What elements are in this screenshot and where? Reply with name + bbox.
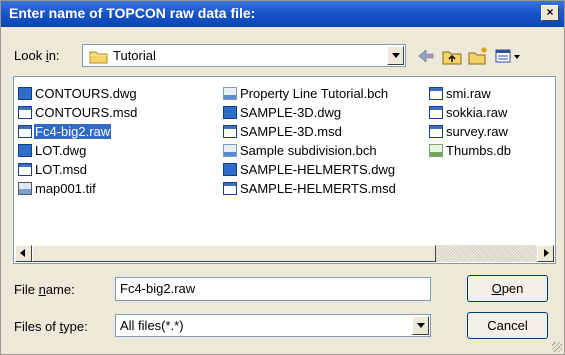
open-button[interactable]: Open — [467, 275, 548, 302]
file-item[interactable]: Thumbs.db — [429, 141, 512, 160]
folder-up-icon — [442, 51, 462, 65]
file-item[interactable]: SAMPLE-HELMERTS.msd — [223, 179, 397, 198]
file-item[interactable]: sokkia.raw — [429, 103, 508, 122]
dwg-file-icon — [18, 144, 32, 157]
bch-file-icon — [223, 87, 237, 100]
file-item[interactable]: smi.raw — [429, 84, 492, 103]
msd-file-icon — [223, 125, 237, 138]
back-arrow-icon — [418, 49, 434, 63]
files-of-type-select[interactable]: All files(*.*) — [115, 314, 431, 337]
file-item[interactable]: Sample subdivision.bch — [223, 141, 378, 160]
look-in-dropdown-button[interactable] — [387, 46, 404, 65]
dialog-title: Enter name of TOPCON raw data file: — [9, 5, 256, 21]
raw-file-icon — [429, 106, 443, 119]
file-item[interactable]: SAMPLE-HELMERTS.dwg — [223, 160, 396, 179]
raw-file-icon — [18, 125, 32, 138]
dwg-file-icon — [223, 163, 237, 176]
back-button[interactable] — [415, 45, 437, 67]
dwg-file-icon — [18, 87, 32, 100]
new-folder-icon — [468, 47, 487, 65]
raw-file-icon — [429, 125, 443, 138]
view-menu-button[interactable] — [494, 45, 524, 67]
files-of-type-label: Files of type: — [14, 319, 88, 334]
scroll-right-button[interactable] — [537, 245, 554, 262]
folder-icon — [89, 51, 108, 64]
files-of-type-value: All files(*.*) — [120, 318, 184, 333]
look-in-value: Tutorial — [113, 48, 156, 63]
scroll-left-button[interactable] — [15, 245, 32, 262]
file-item[interactable]: CONTOURS.msd — [18, 103, 138, 122]
file-item[interactable]: SAMPLE-3D.dwg — [223, 103, 342, 122]
view-menu-icon — [495, 49, 520, 63]
file-item[interactable]: map001.tif — [18, 179, 97, 198]
file-item[interactable]: LOT.dwg — [18, 141, 87, 160]
horizontal-scrollbar[interactable] — [15, 245, 554, 262]
image-file-icon — [18, 182, 32, 195]
close-button[interactable]: × — [541, 5, 559, 21]
file-item[interactable]: Property Line Tutorial.bch — [223, 84, 389, 103]
scrollbar-track[interactable] — [436, 245, 537, 262]
bch-file-icon — [223, 144, 237, 157]
new-folder-button[interactable] — [467, 45, 489, 67]
look-in-select[interactable]: Tutorial — [82, 44, 406, 67]
msd-file-icon — [18, 163, 32, 176]
up-one-level-button[interactable] — [441, 45, 463, 67]
db-file-icon — [429, 144, 443, 157]
msd-file-icon — [18, 106, 32, 119]
open-file-dialog: Enter name of TOPCON raw data file: × Lo… — [0, 0, 565, 355]
files-of-type-dropdown-button[interactable] — [412, 316, 429, 335]
scrollbar-thumb[interactable] — [32, 245, 436, 262]
file-item[interactable]: survey.raw — [429, 122, 509, 141]
file-item[interactable]: CONTOURS.dwg — [18, 84, 138, 103]
file-list[interactable]: CONTOURS.dwg CONTOURS.msd Fc4-big2.raw L… — [13, 76, 556, 264]
file-item[interactable]: SAMPLE-3D.msd — [223, 122, 343, 141]
file-item-selected[interactable]: Fc4-big2.raw — [18, 122, 112, 141]
file-name-input[interactable]: Fc4-big2.raw — [115, 277, 431, 301]
cancel-button[interactable]: Cancel — [467, 312, 548, 339]
title-bar[interactable]: Enter name of TOPCON raw data file: × — [1, 1, 564, 27]
look-in-label: Look in: — [14, 48, 60, 63]
msd-file-icon — [223, 182, 237, 195]
file-item[interactable]: LOT.msd — [18, 160, 88, 179]
raw-file-icon — [429, 87, 443, 100]
resize-grip[interactable] — [552, 342, 562, 352]
dwg-file-icon — [223, 106, 237, 119]
file-name-label: File name: — [14, 282, 75, 297]
